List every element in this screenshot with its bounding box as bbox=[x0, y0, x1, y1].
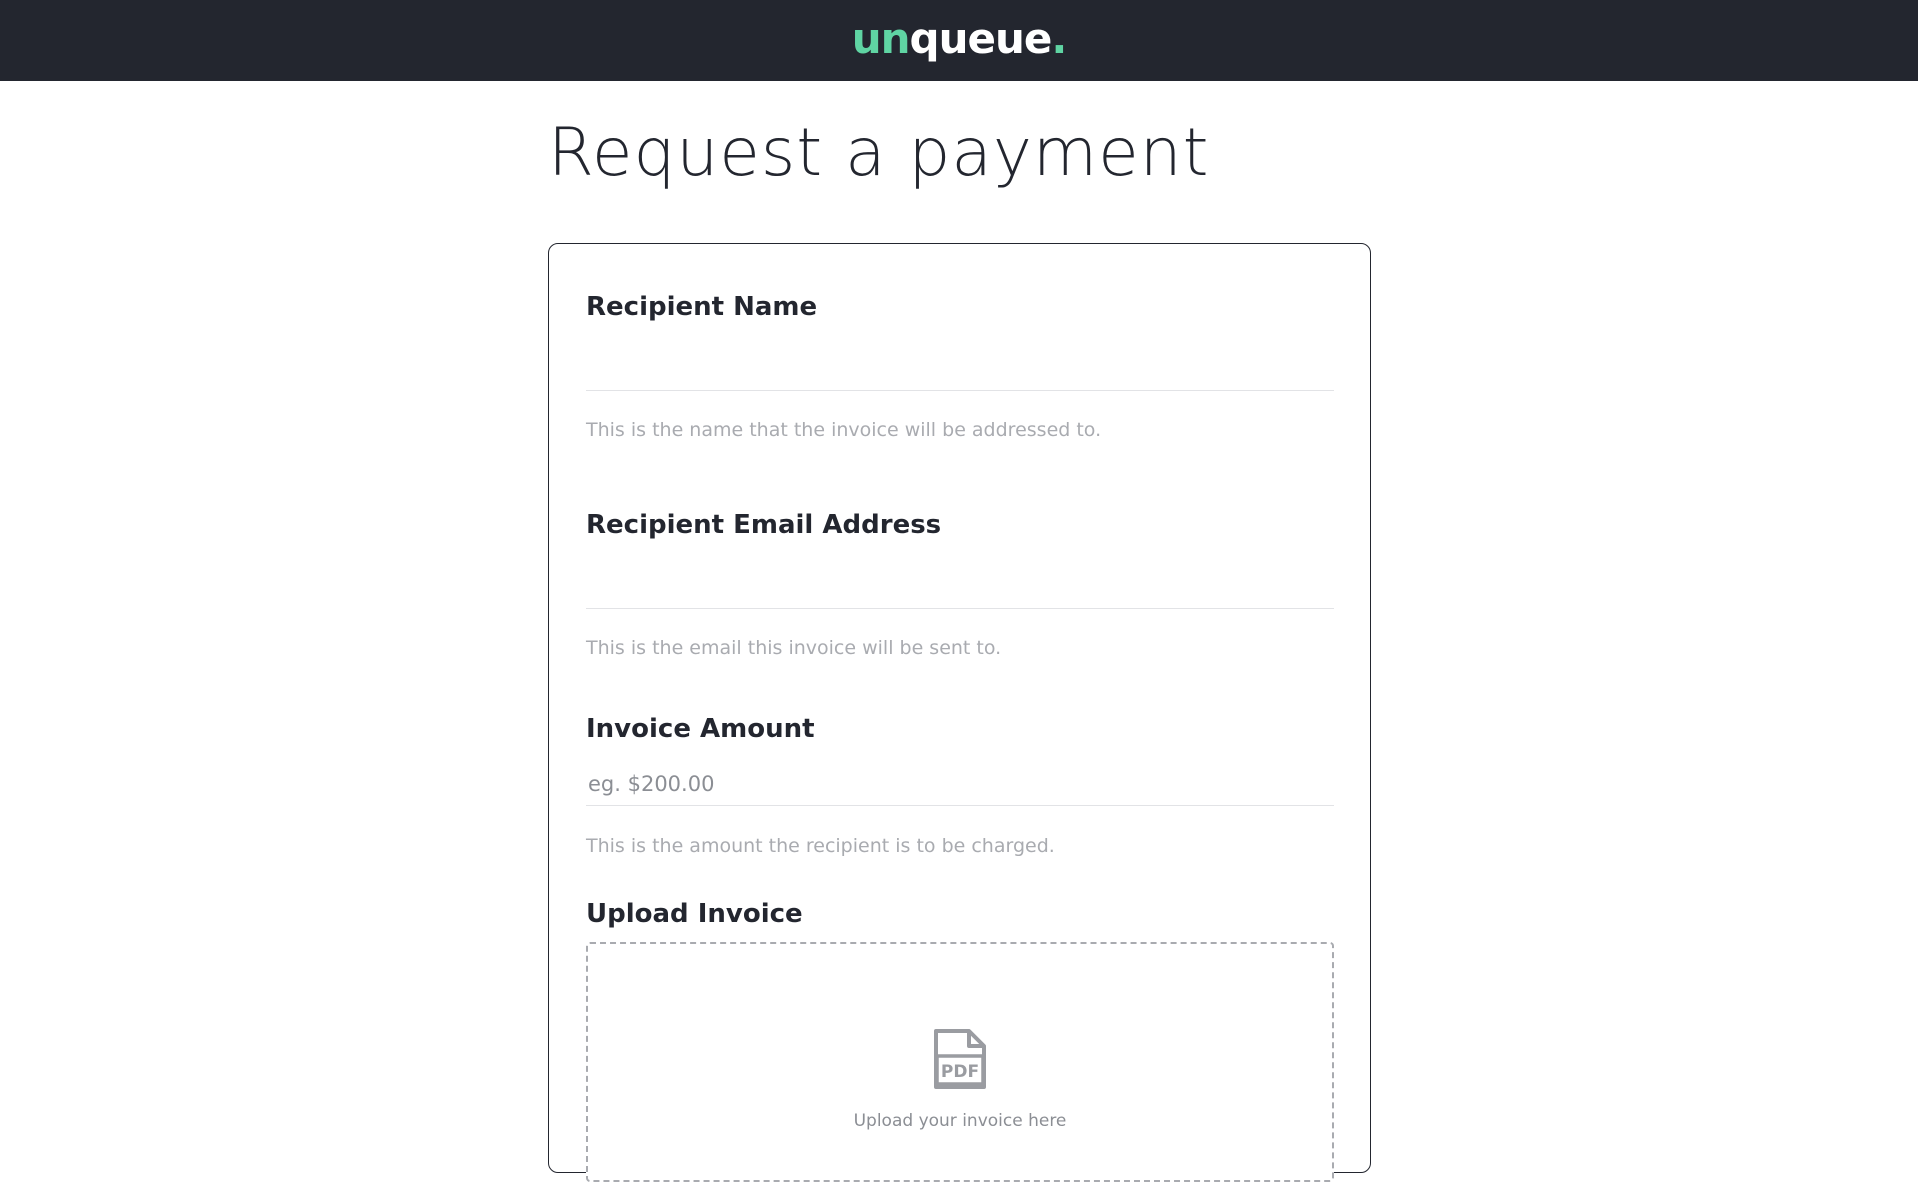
recipient-email-help: This is the email this invoice will be s… bbox=[586, 637, 1002, 659]
recipient-name-label: Recipient Name bbox=[586, 292, 818, 322]
recipient-email-label: Recipient Email Address bbox=[586, 510, 942, 540]
pdf-icon-text: PDF bbox=[941, 1062, 979, 1082]
upload-invoice-label: Upload Invoice bbox=[586, 899, 803, 929]
pdf-file-icon: PDF bbox=[934, 1029, 986, 1089]
recipient-name-help: This is the name that the invoice will b… bbox=[586, 419, 1102, 441]
top-navigation-bar: unqueue. bbox=[0, 0, 1918, 81]
page-title: Request a payment bbox=[548, 114, 1210, 191]
recipient-email-input[interactable] bbox=[586, 565, 1334, 609]
invoice-amount-input[interactable] bbox=[586, 762, 1334, 806]
recipient-name-input[interactable] bbox=[586, 347, 1334, 391]
payment-request-form: Recipient Name This is the name that the… bbox=[548, 243, 1371, 1182]
invoice-upload-dropzone[interactable]: PDF Upload your invoice here bbox=[586, 942, 1334, 1182]
logo-dot: . bbox=[1051, 13, 1067, 63]
unqueue-logo[interactable]: unqueue. bbox=[852, 17, 1068, 60]
dropzone-instruction: Upload your invoice here bbox=[853, 1111, 1067, 1131]
invoice-amount-label: Invoice Amount bbox=[586, 714, 815, 744]
logo-part-un: un bbox=[851, 13, 911, 63]
logo-part-queue: queue bbox=[909, 13, 1053, 63]
invoice-amount-help: This is the amount the recipient is to b… bbox=[586, 835, 1055, 857]
